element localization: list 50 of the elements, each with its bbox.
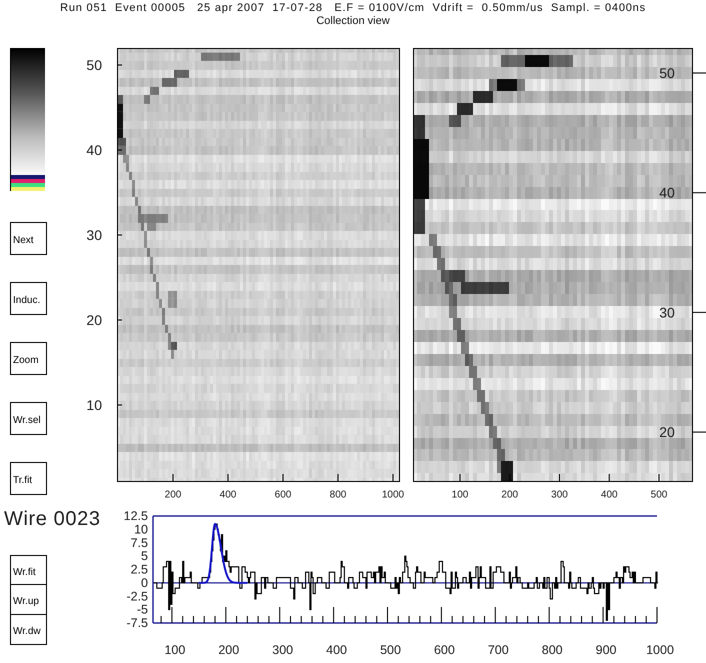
tick-label: -5 <box>136 602 148 617</box>
fit-curve <box>198 522 248 584</box>
tick-label: 40 <box>659 184 675 201</box>
tick-label: 5 <box>141 549 148 564</box>
tick-label: 200 <box>164 490 182 500</box>
tick-label: 500 <box>380 643 401 657</box>
tick-label: 30 <box>659 304 675 320</box>
tick-label: 20 <box>659 424 675 440</box>
tick-label: 400 <box>600 490 618 500</box>
tick-label: 20 <box>86 312 102 328</box>
tick-label: 50 <box>86 57 102 73</box>
run-info-title: Run 051 Event 00005 25 apr 2007 17-07-28 E.F = 0100V/cm Vdrift = 0.50mm/us Sampl. = 0400ns <box>60 2 646 15</box>
control-button[interactable]: Wr.fit <box>10 555 47 585</box>
tick-label: 1000 <box>382 490 404 500</box>
control-button[interactable]: Wr.dw <box>10 615 47 645</box>
view-title: Collection view <box>316 15 390 28</box>
tick-label: 600 <box>274 490 292 500</box>
tick-label: 50 <box>659 65 675 81</box>
tick-label: 30 <box>86 227 102 243</box>
tick-label: 200 <box>218 643 240 657</box>
tick-label: 200 <box>501 490 518 500</box>
tick-label: 500 <box>650 490 668 500</box>
tick-label: 800 <box>330 490 346 500</box>
tick-label: 100 <box>452 490 468 500</box>
tick-label: 800 <box>542 643 563 657</box>
tick-label: 900 <box>596 643 617 657</box>
tick-label: 300 <box>272 643 294 657</box>
tick-label: 700 <box>488 643 509 657</box>
control-button[interactable]: Zoom <box>10 342 47 375</box>
tick-label: -7.5 <box>126 616 148 630</box>
control-button[interactable]: Induc. <box>10 282 47 315</box>
tick-label: 600 <box>434 643 455 657</box>
tick-label: 7.5 <box>130 536 148 550</box>
tick-label: 1000 <box>646 643 674 657</box>
tick-label: 100 <box>164 643 186 657</box>
tick-label: -2.5 <box>126 589 148 604</box>
tick-label: 12.5 <box>124 509 148 523</box>
tick-label: 300 <box>551 490 568 500</box>
control-button[interactable]: Tr.fit <box>10 462 47 495</box>
control-button[interactable]: Wr.up <box>10 585 47 615</box>
tick-label: 10 <box>134 522 148 536</box>
tick-label: 40 <box>86 142 102 158</box>
tick-label: 400 <box>220 490 236 500</box>
tick-label: 0 <box>141 576 148 590</box>
control-button[interactable]: Next <box>10 222 47 255</box>
tick-label: 2.5 <box>130 562 148 576</box>
tick-label: 400 <box>326 643 348 657</box>
wire-title: Wire 0023 <box>4 508 101 530</box>
control-button[interactable]: Wr.sel <box>10 402 47 435</box>
tick-label: 10 <box>86 397 102 413</box>
